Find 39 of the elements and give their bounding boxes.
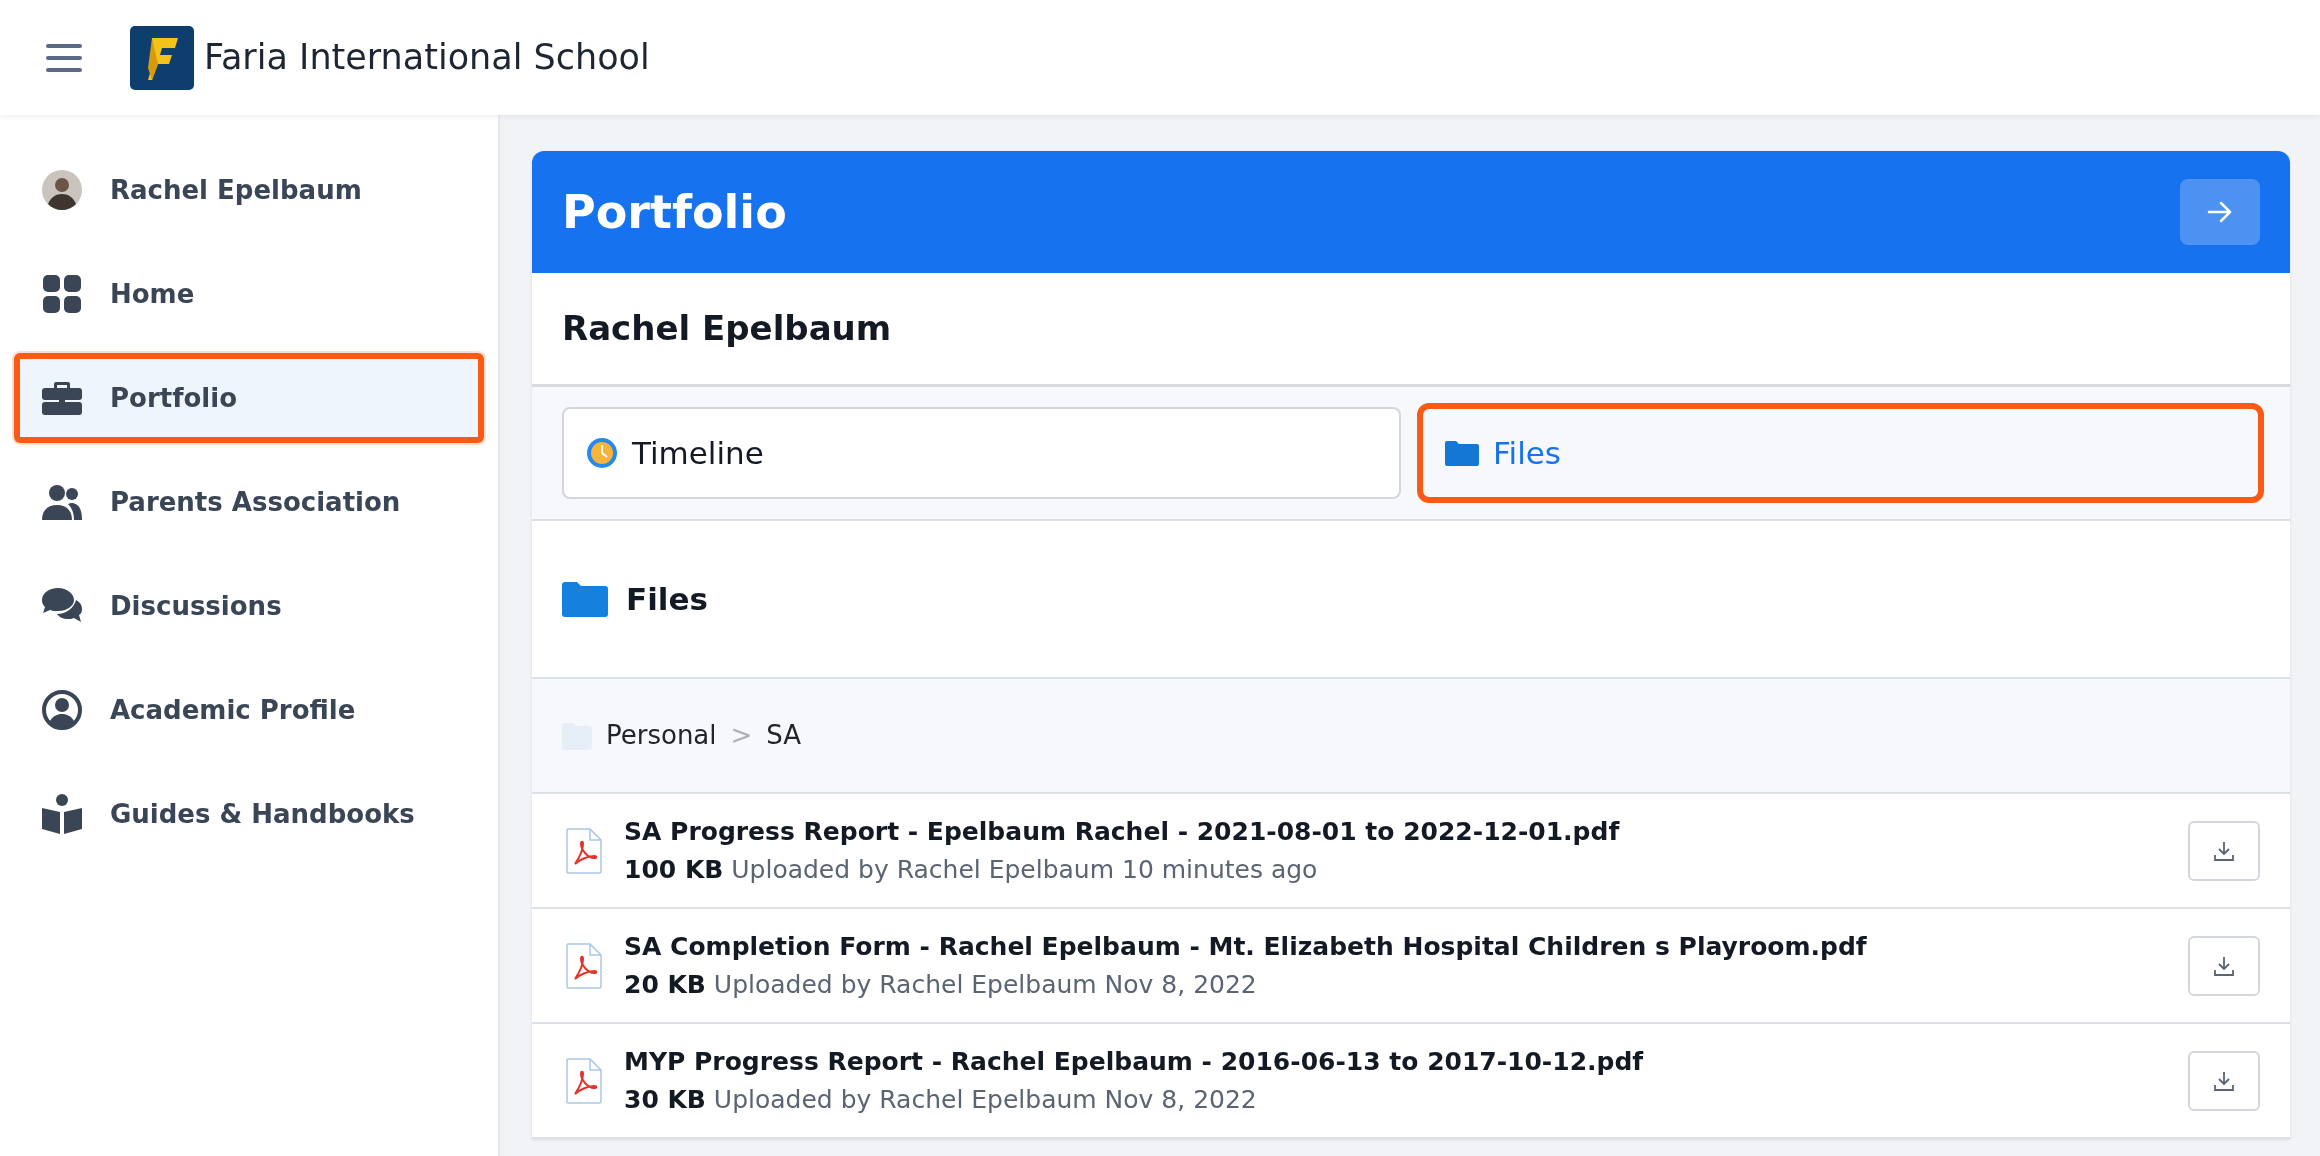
folder-icon [562, 581, 608, 617]
menu-icon [46, 42, 82, 73]
sidebar-item[interactable]: Home [14, 249, 484, 339]
sidebar-item[interactable]: Discussions [14, 561, 484, 651]
school-name: Faria International School [204, 36, 650, 80]
grid-icon [42, 274, 82, 314]
download-button[interactable] [2188, 820, 2260, 881]
pdf-file-icon [566, 1057, 602, 1104]
breadcrumb-link[interactable]: Personal [606, 716, 717, 755]
sidebar-item[interactable]: Academic Profile [14, 665, 484, 755]
panel-title: Portfolio [562, 183, 787, 241]
menu-button[interactable] [46, 42, 82, 73]
download-button[interactable] [2188, 935, 2260, 996]
file-name[interactable]: MYP Progress Report - Rachel Epelbaum - 2016-06-13 to 2017-10-12.pdf [624, 1043, 1644, 1081]
briefcase-icon [42, 380, 82, 416]
sidebar-item[interactable]: Portfolio [14, 353, 484, 443]
sidebar-item[interactable]: Parents Association [14, 457, 484, 547]
breadcrumb-link[interactable]: SA [766, 716, 802, 755]
download-button[interactable] [2188, 1050, 2260, 1111]
file-details: 20 KB Uploaded by Rachel Epelbaum Nov 8, 2022 [624, 968, 1258, 1001]
clock-icon [586, 437, 618, 469]
file-name[interactable]: SA Progress Report - Epelbaum Rachel - 2021-08-01 to 2022-12-01.pdf [624, 813, 1620, 851]
sidebar-item[interactable]: Guides & Handbooks [14, 769, 484, 859]
file-details: 30 KB Uploaded by Rachel Epelbaum Nov 8, 2022 [624, 1083, 1258, 1116]
people-icon [42, 484, 82, 520]
pdf-file-icon [566, 827, 602, 874]
breadcrumb-separator: > [730, 719, 753, 752]
folder-icon [1445, 440, 1479, 466]
tab[interactable]: Timeline [562, 407, 1401, 499]
section-title: Files [626, 579, 708, 619]
logo-icon [130, 25, 194, 90]
user-profile-link[interactable]: Rachel Epelbaum [14, 145, 484, 235]
avatar-icon [42, 170, 82, 210]
file-details: 100 KB Uploaded by Rachel Epelbaum 10 minutes ago [624, 853, 1319, 886]
arrow-right-icon [2207, 201, 2233, 223]
file-name[interactable]: SA Completion Form - Rachel Epelbaum - Mt. Elizabeth Hospital Children s Playroom.pdf [624, 928, 1867, 966]
user-circle-icon [42, 690, 82, 730]
open-book-icon [42, 794, 82, 834]
pdf-file-icon [566, 942, 602, 989]
